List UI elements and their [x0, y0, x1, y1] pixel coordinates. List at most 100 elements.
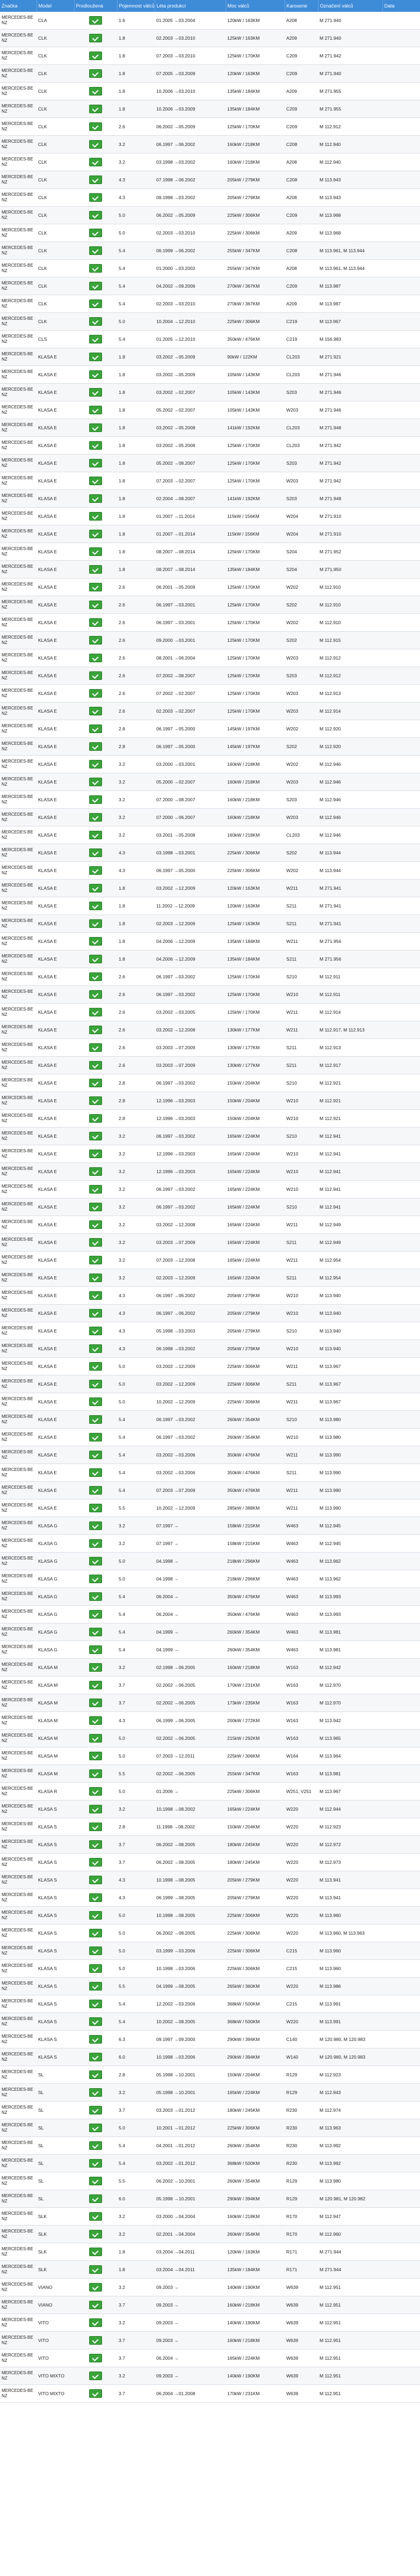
- table-row[interactable]: MERCEDES-BENZ CLK 1.8 02.2003 →03.2010 125kW…: [0, 29, 420, 47]
- check-icon[interactable]: [89, 1256, 102, 1264]
- check-icon[interactable]: [89, 724, 102, 733]
- table-row[interactable]: MERCEDES-BENZ KLASA S 3.7 06.2002 →08.2005 1…: [0, 1835, 420, 1854]
- check-icon[interactable]: [89, 2053, 102, 2061]
- check-icon[interactable]: [89, 1610, 102, 1619]
- table-row[interactable]: MERCEDES-BENZ KLASA E 3.2 06.1997 →03.2002 1…: [0, 1127, 420, 1145]
- check-icon[interactable]: [89, 1220, 102, 1229]
- table-row[interactable]: MERCEDES-BENZ KLASA E 2.6 06.1997 →03.2002 1…: [0, 985, 420, 1004]
- check-icon[interactable]: [89, 1061, 102, 1070]
- header-body[interactable]: Karoserie: [285, 0, 318, 12]
- check-icon[interactable]: [89, 937, 102, 946]
- table-row[interactable]: MERCEDES-BENZ KLASA E 4.3 05.1998 →03.2003 2…: [0, 1322, 420, 1340]
- table-row[interactable]: MERCEDES-BENZ KLASA M 3.7 02.2002 →06.2005 1…: [0, 1694, 420, 1712]
- check-icon[interactable]: [89, 441, 102, 450]
- table-row[interactable]: MERCEDES-BENZ SL 5.4 04.2001 →01.2012 260kW …: [0, 2136, 420, 2155]
- check-icon[interactable]: [89, 1238, 102, 1247]
- table-row[interactable]: MERCEDES-BENZ KLASA E 3.2 05.2000 →02.2007 1…: [0, 773, 420, 791]
- check-icon[interactable]: [89, 512, 102, 521]
- check-icon[interactable]: [89, 459, 102, 467]
- table-row[interactable]: MERCEDES-BENZ KLASA E 2.6 07.2002 →08.2007 1…: [0, 667, 420, 685]
- table-row[interactable]: MERCEDES-BENZ CLK 5.0 06.2002 →05.2009 225kW…: [0, 206, 420, 224]
- table-row[interactable]: MERCEDES-BENZ VITO 3.7 09.2003 → 160kW / 218…: [0, 2331, 420, 2350]
- table-row[interactable]: MERCEDES-BENZ KLASA E 1.8 02.2004 →08.2007 1…: [0, 489, 420, 508]
- table-row[interactable]: MERCEDES-BENZ KLASA E 2.6 09.2000 →03.2001 1…: [0, 631, 420, 649]
- table-row[interactable]: MERCEDES-BENZ KLASA M 5.5 02.2002 →06.2005 2…: [0, 1765, 420, 1783]
- check-icon[interactable]: [89, 353, 102, 361]
- check-icon[interactable]: [89, 1521, 102, 1530]
- check-icon[interactable]: [89, 229, 102, 237]
- table-row[interactable]: MERCEDES-BENZ KLASA E 1.8 03.2002 →05.2008 1…: [0, 419, 420, 437]
- table-row[interactable]: MERCEDES-BENZ VITO MIXTO 3.2 09.2003 → 140kW…: [0, 2367, 420, 2385]
- table-row[interactable]: MERCEDES-BENZ KLASA E 2.8 12.1996 →03.2003 1…: [0, 1092, 420, 1110]
- table-row[interactable]: MERCEDES-BENZ KLASA E 1.8 03.2002 →02.2007 1…: [0, 383, 420, 401]
- table-row[interactable]: MERCEDES-BENZ KLASA E 2.6 08.2001 →06.2004 1…: [0, 649, 420, 667]
- header-power[interactable]: Moc válců: [226, 0, 285, 12]
- table-row[interactable]: MERCEDES-BENZ KLASA E 3.2 03.2003 →07.2009 1…: [0, 1233, 420, 1252]
- check-icon[interactable]: [89, 2000, 102, 2008]
- table-row[interactable]: MERCEDES-BENZ KLASA E 5.4 07.2003 →07.2009 3…: [0, 1481, 420, 1499]
- check-icon[interactable]: [89, 494, 102, 503]
- check-icon[interactable]: [89, 1893, 102, 1902]
- table-row[interactable]: MERCEDES-BENZ CLK 3.2 06.1997 →06.2002 160kW…: [0, 135, 420, 153]
- check-icon[interactable]: [89, 1114, 102, 1123]
- check-icon[interactable]: [89, 2159, 102, 2168]
- table-row[interactable]: MERCEDES-BENZ KLASA E 3.2 12.1996 →03.2003 1…: [0, 1145, 420, 1163]
- check-icon[interactable]: [89, 1433, 102, 1441]
- table-row[interactable]: MERCEDES-BENZ KLASA E 3.2 03.2000 →03.2001 1…: [0, 755, 420, 773]
- check-icon[interactable]: [89, 778, 102, 786]
- table-row[interactable]: MERCEDES-BENZ KLASA E 1.8 03.2002 →05.2009 9…: [0, 348, 420, 366]
- header-fit[interactable]: Prodloužená: [74, 0, 118, 12]
- check-icon[interactable]: [89, 105, 102, 113]
- check-icon[interactable]: [89, 1132, 102, 1140]
- table-row[interactable]: MERCEDES-BENZ SLK 1.8 03.2004 →04.2011 135kW…: [0, 2260, 420, 2279]
- table-row[interactable]: MERCEDES-BENZ KLASA M 3.2 02.1998 →06.2005 1…: [0, 1658, 420, 1677]
- check-icon[interactable]: [89, 2070, 102, 2079]
- header-brand[interactable]: Značka: [0, 0, 37, 12]
- table-row[interactable]: MERCEDES-BENZ KLASA E 2.6 03.2003 →07.2009 1…: [0, 1056, 420, 1074]
- table-row[interactable]: MERCEDES-BENZ KLASA E 3.2 03.2001 →05.2008 1…: [0, 826, 420, 844]
- table-row[interactable]: MERCEDES-BENZ KLASA G 5.0 04.1998 → 218kW / …: [0, 1570, 420, 1588]
- table-row[interactable]: MERCEDES-BENZ VITO 3.7 06.2004 → 165kW / 224…: [0, 2349, 420, 2367]
- table-row[interactable]: MERCEDES-BENZ KLASA E 4.3 06.1997 →05.2000 2…: [0, 861, 420, 880]
- table-row[interactable]: MERCEDES-BENZ CLK 1.8 07.2003 →03.2010 125kW…: [0, 47, 420, 65]
- table-row[interactable]: MERCEDES-BENZ SL 3.2 05.1998 →10.2001 165kW …: [0, 2083, 420, 2102]
- check-icon[interactable]: [89, 370, 102, 379]
- table-row[interactable]: MERCEDES-BENZ KLASA S 5.0 10.1998 →03.2006 2…: [0, 1959, 420, 1978]
- check-icon[interactable]: [89, 618, 102, 627]
- table-row[interactable]: MERCEDES-BENZ KLASA G 5.4 06.2004 → 350kW / …: [0, 1605, 420, 1623]
- table-row[interactable]: MERCEDES-BENZ SL 6.0 05.1998 →10.2001 290kW …: [0, 2190, 420, 2208]
- table-row[interactable]: MERCEDES-BENZ KLASA E 2.6 03.2002 →03.2005 1…: [0, 1003, 420, 1021]
- check-icon[interactable]: [89, 1468, 102, 1477]
- table-row[interactable]: MERCEDES-BENZ KLASA E 5.4 06.1997 →03.2002 2…: [0, 1410, 420, 1429]
- check-icon[interactable]: [89, 831, 102, 839]
- check-icon[interactable]: [89, 2372, 102, 2380]
- check-icon[interactable]: [89, 1539, 102, 1548]
- table-row[interactable]: MERCEDES-BENZ CLK 5.0 02.2003 →03.2010 225kW…: [0, 224, 420, 242]
- check-icon[interactable]: [89, 1167, 102, 1176]
- check-icon[interactable]: [89, 1716, 102, 1725]
- table-row[interactable]: MERCEDES-BENZ KLASA E 5.4 06.1997 →03.2002 2…: [0, 1428, 420, 1446]
- check-icon[interactable]: [89, 1805, 102, 1813]
- table-row[interactable]: MERCEDES-BENZ CLK 4.3 07.1998 →06.2002 205kW…: [0, 171, 420, 189]
- table-row[interactable]: MERCEDES-BENZ KLASA S 2.8 11.1998 →08.2002 1…: [0, 1818, 420, 1836]
- check-icon[interactable]: [89, 1486, 102, 1495]
- check-icon[interactable]: [89, 707, 102, 715]
- table-row[interactable]: MERCEDES-BENZ KLASA M 3.7 02.2002 →06.2005 1…: [0, 1676, 420, 1694]
- table-row[interactable]: MERCEDES-BENZ KLASA G 5.4 06.2004 → 350kW / …: [0, 1587, 420, 1606]
- check-icon[interactable]: [89, 866, 102, 875]
- check-icon[interactable]: [89, 1203, 102, 1211]
- table-row[interactable]: MERCEDES-BENZ SLK 3.2 03.2000 →04.2004 160kW…: [0, 2207, 420, 2226]
- check-icon[interactable]: [89, 1079, 102, 1087]
- table-row[interactable]: MERCEDES-BENZ KLASA E 2.8 06.1997 →05.2000 1…: [0, 737, 420, 756]
- table-row[interactable]: MERCEDES-BENZ CLK 5.4 01.2000 →03.2002 255kW…: [0, 259, 420, 277]
- check-icon[interactable]: [89, 1787, 102, 1796]
- table-row[interactable]: MERCEDES-BENZ KLASA E 1.8 01.2007 →01.2014 1…: [0, 525, 420, 543]
- table-row[interactable]: MERCEDES-BENZ KLASA S 3.7 06.2002 →08.2005 1…: [0, 1853, 420, 1871]
- table-row[interactable]: MERCEDES-BENZ KLASA E 2.8 06.1997 →05.2000 1…: [0, 720, 420, 738]
- check-icon[interactable]: [89, 1451, 102, 1459]
- table-row[interactable]: MERCEDES-BENZ CLK 1.8 07.2005 →03.2009 120kW…: [0, 64, 420, 83]
- check-icon[interactable]: [89, 2212, 102, 2221]
- table-row[interactable]: MERCEDES-BENZ VITO MIXTO 3.7 06.2004 →01.20…: [0, 2384, 420, 2403]
- table-row[interactable]: MERCEDES-BENZ SL 2.8 05.1998 →10.2001 150kW …: [0, 2066, 420, 2084]
- table-row[interactable]: MERCEDES-BENZ SL 5.4 03.2002 →01.2012 368kW …: [0, 2154, 420, 2172]
